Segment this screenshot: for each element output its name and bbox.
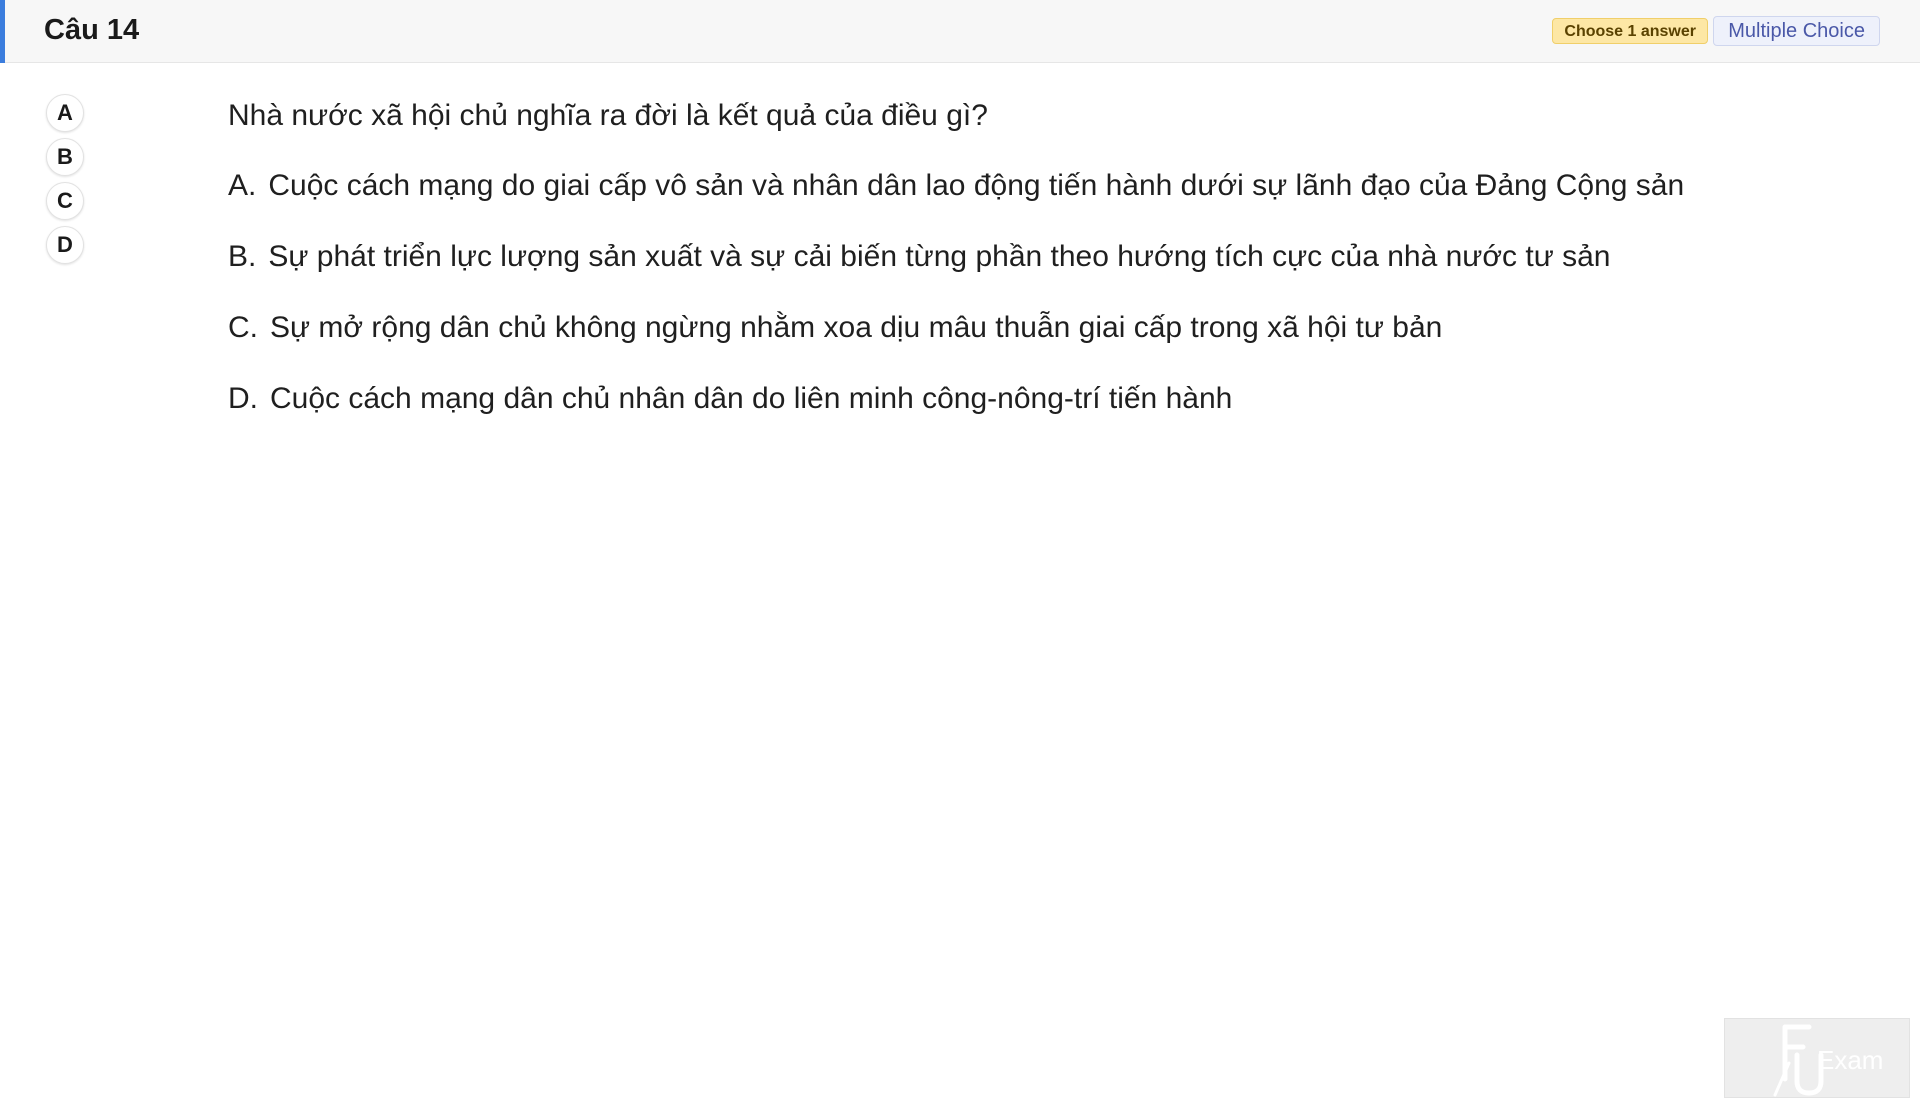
option-c-text: Sự mở rộng dân chủ không ngừng nhằm xoa …: [270, 311, 1443, 344]
option-a: A. Cuộc cách mạng do giai cấp vô sản và n…: [228, 166, 1868, 206]
option-b: B. Sự phát triển lực lượng sản xuất và sự…: [228, 237, 1868, 277]
option-d-text: Cuộc cách mạng dân chủ nhân dân do liên …: [270, 382, 1233, 415]
answer-button-c[interactable]: C: [46, 182, 84, 220]
watermark-text: Exam: [1817, 1045, 1883, 1075]
answer-button-b[interactable]: B: [46, 138, 84, 176]
question-stem: Nhà nước xã hội chủ nghĩa ra đời là kết …: [228, 99, 988, 132]
answer-button-d[interactable]: D: [46, 226, 84, 264]
option-c-letter: C.: [228, 311, 258, 344]
option-c: C. Sự mở rộng dân chủ không ngừng nhằm xo…: [228, 308, 1868, 348]
question-header: Câu 14 Choose 1 answer Multiple Choice: [0, 0, 1920, 63]
header-accent-bar: [0, 0, 5, 63]
choose-answer-badge: Choose 1 answer: [1552, 18, 1708, 44]
option-b-letter: B.: [228, 240, 257, 273]
option-d: D. Cuộc cách mạng dân chủ nhân dân do liê…: [228, 379, 1868, 419]
option-d-letter: D.: [228, 382, 258, 415]
option-a-letter: A.: [228, 169, 257, 202]
question-type-badge: Multiple Choice: [1713, 16, 1880, 46]
question-number: Câu 14: [44, 14, 140, 46]
answer-picker: A B C D: [46, 94, 86, 270]
fu-exam-watermark: Exam: [1724, 1018, 1910, 1098]
answer-button-a[interactable]: A: [46, 94, 84, 132]
option-b-text: Sự phát triển lực lượng sản xuất và sự c…: [268, 240, 1611, 273]
option-a-text: Cuộc cách mạng do giai cấp vô sản và nhâ…: [268, 169, 1685, 202]
fu-exam-logo-icon: Exam: [1773, 1024, 1883, 1097]
question-body: Nhà nước xã hội chủ nghĩa ra đời là kết …: [228, 96, 1868, 450]
